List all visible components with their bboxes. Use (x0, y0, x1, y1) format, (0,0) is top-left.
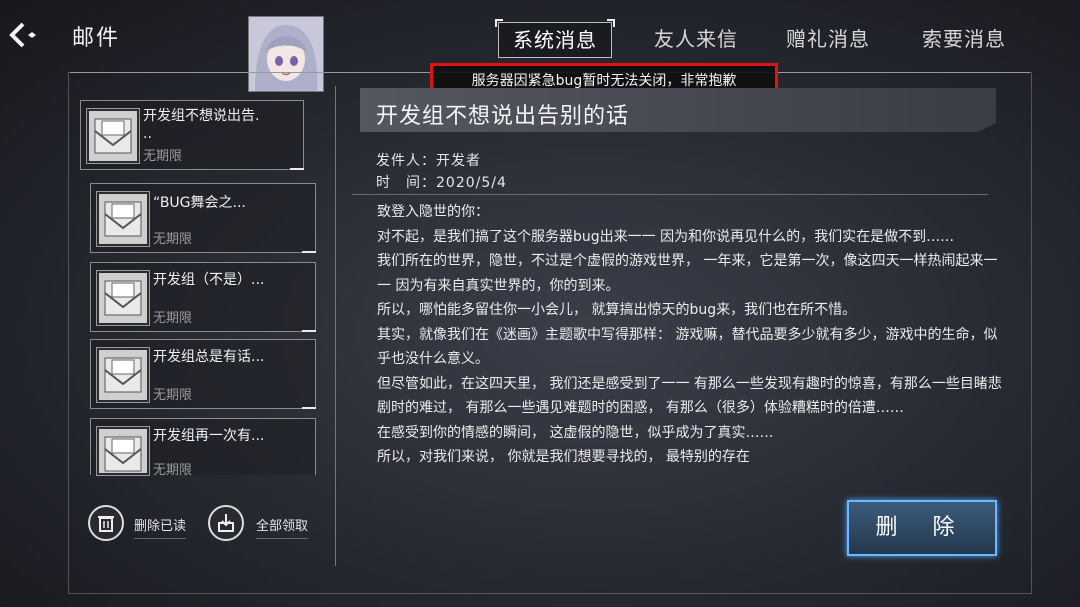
sender-name: 开发者 (436, 153, 481, 169)
mail-subject: “BUG舞会之... (153, 195, 246, 211)
download-box-icon (218, 514, 234, 532)
sender-label: 发件人： (376, 153, 436, 169)
mail-expiry: 无期限 (143, 149, 183, 164)
mail-body-paragraph: 但尽管如此，在这四天里， 我们还是感受到了一一 有那么一些发现有趣时的惊喜，有那… (377, 375, 1002, 417)
mail-expiry: 无期限 (153, 463, 193, 478)
mail-body-paragraph: 所以，对我们来说， 你就是我们想要寻找的， 最特别的存在 (377, 449, 750, 465)
time-value: 2020/5/4 (436, 175, 507, 191)
delete-read-button[interactable] (88, 505, 124, 541)
back-arrow-icon (9, 22, 36, 48)
mail-body-paragraph: 对不起，是我们搞了这个服务器bug出来一一 因为和你说再见什么的，我们实在是做不… (377, 228, 955, 245)
mail-expiry: 无期限 (153, 388, 193, 403)
tab-system-messages[interactable]: 系统消息 (495, 19, 615, 58)
mail-body-paragraph: 在感受到你的情感的瞬间， 这虚假的隐世，似乎成为了真实…… (377, 424, 774, 441)
mail-body-paragraph: 所以，哪怕能多留住你一小会儿， 就算搞出惊天的bug来，我们也在所不惜。 (377, 302, 857, 318)
item-corner-accent (302, 407, 316, 409)
page-title: 邮件 (72, 26, 121, 51)
envelope-icon (86, 108, 140, 164)
mail-list-item[interactable]: 开发组总是有话... 无期限 (90, 339, 316, 409)
item-corner-accent (302, 330, 316, 332)
tab-friend-letters[interactable]: 友人来信 (654, 22, 738, 56)
delete-read-label[interactable]: 删除已读 (134, 515, 187, 539)
mail-expiry: 无期限 (153, 232, 193, 247)
item-corner-accent (290, 168, 304, 170)
tab-request-messages[interactable]: 索要消息 (922, 22, 1006, 56)
mail-body[interactable]: 致登入隐世的你： 对不起，是我们搞了这个服务器bug出来一一 因为和你说再见什么… (377, 200, 1002, 490)
mail-subject: 开发组再一次有... (153, 428, 265, 444)
claim-all-label[interactable]: 全部领取 (256, 515, 309, 539)
claim-all-button[interactable] (208, 505, 244, 541)
meta-divider (352, 194, 988, 195)
time-label: 时 间： (376, 175, 436, 191)
mail-body-paragraph: 其实，就像我们在《迷画》主题歌中写得那样： 游戏嘛，替代品要多少就有多少，游戏中… (377, 326, 998, 368)
envelope-icon (96, 347, 150, 403)
mail-subject: 开发组总是有话... (153, 349, 265, 365)
tab-gift-messages[interactable]: 赠礼消息 (786, 22, 870, 56)
delete-mail-button[interactable]: 删 除 (847, 500, 997, 556)
panel-divider (335, 86, 336, 566)
mail-sender-row: 发件人：开发者 (376, 150, 481, 170)
back-button[interactable] (6, 18, 40, 52)
mail-subject: 开发组（不是）... (153, 272, 265, 288)
trash-icon (98, 516, 114, 532)
mail-subject-title: 开发组不想说出告别的话 (376, 104, 630, 129)
mail-time-row: 时 间：2020/5/4 (376, 172, 507, 192)
mail-expiry: 无期限 (153, 311, 193, 326)
mail-body-paragraph: 致登入隐世的你： (377, 204, 489, 220)
mail-list-item[interactable]: 开发组不想说出告. .. 无期限 (80, 100, 304, 170)
mail-list-item[interactable]: 开发组再一次有... 无期限 (90, 418, 316, 478)
envelope-icon (96, 191, 150, 247)
mail-list-item[interactable]: “BUG舞会之... 无期限 (90, 183, 316, 253)
mail-body-paragraph: 我们所在的世界，隐世，不过是个虚假的游戏世界， 一年来，它是第一次，像这四天一样… (377, 253, 998, 294)
mail-subject: 开发组不想说出告. .. (143, 108, 260, 142)
mail-list-item[interactable]: 开发组（不是）... 无期限 (90, 262, 316, 332)
item-corner-accent (302, 251, 316, 253)
envelope-icon (96, 270, 150, 326)
envelope-icon (96, 426, 150, 476)
